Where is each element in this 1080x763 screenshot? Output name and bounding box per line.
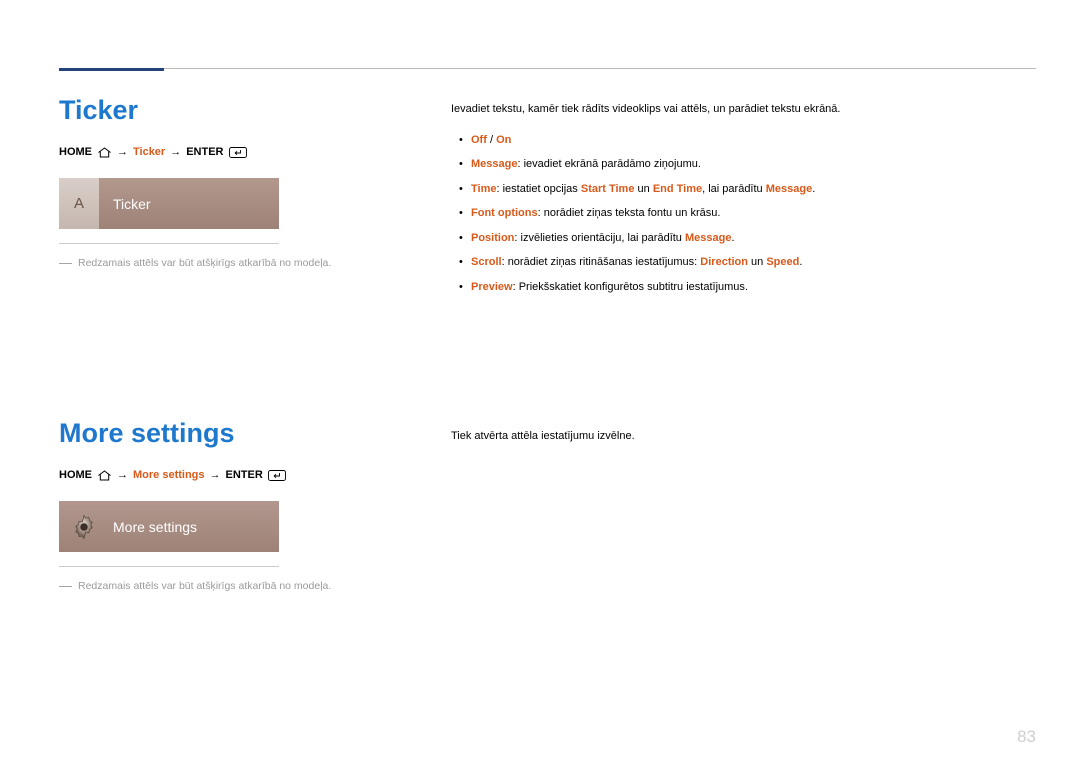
text: : Priekšskatiet konfigurētos subtitru ie…	[513, 281, 748, 293]
tile-more-settings-label: More settings	[99, 519, 197, 535]
breadcrumb-arrow: →	[210, 469, 221, 481]
home-icon	[97, 146, 112, 158]
enter-icon	[268, 469, 286, 481]
label-message: Message	[685, 232, 731, 244]
home-icon	[97, 469, 112, 481]
breadcrumb-home: HOME	[59, 146, 92, 158]
slash: /	[487, 134, 496, 146]
breadcrumb-enter: ENTER	[186, 146, 223, 158]
text: .	[731, 232, 734, 244]
enter-icon	[229, 146, 247, 158]
text: : ievadiet ekrānā parādāmo ziņojumu.	[517, 158, 700, 170]
text: un	[634, 183, 652, 195]
tile-ticker-badge: A	[59, 178, 99, 229]
tile-more-settings: More settings	[59, 501, 279, 552]
text: : iestatiet opcijas	[496, 183, 580, 195]
tile-ticker-label: Ticker	[99, 196, 151, 212]
label-off: Off	[471, 134, 487, 146]
label-font-options: Font options	[471, 207, 538, 219]
right-column-ticker: Ievadiet tekstu, kamēr tiek rādīts video…	[451, 101, 1026, 303]
breadcrumb-more-settings-label: More settings	[133, 469, 205, 481]
bullet-font-options: Font options: norādiet ziņas teksta font…	[451, 205, 1026, 222]
gear-icon	[69, 512, 99, 542]
page-number: 83	[1017, 727, 1036, 747]
bullet-message: Message: ievadiet ekrānā parādāmo ziņoju…	[451, 156, 1026, 173]
label-message: Message	[766, 183, 812, 195]
label-on: On	[496, 134, 511, 146]
bullet-preview: Preview: Priekšskatiet konfigurētos subt…	[451, 279, 1026, 296]
label-message: Message	[471, 158, 517, 170]
label-speed: Speed	[766, 256, 799, 268]
breadcrumb-enter: ENTER	[226, 469, 263, 481]
note-more-settings: ― Redzamais attēls var būt atšķirīgs atk…	[59, 579, 359, 594]
breadcrumb-arrow: →	[117, 146, 128, 158]
label-preview: Preview	[471, 281, 513, 293]
breadcrumb-arrow: →	[170, 146, 181, 158]
bullet-position: Position: izvēlieties orientāciju, lai p…	[451, 230, 1026, 247]
bullet-scroll: Scroll: norādiet ziņas ritināšanas iesta…	[451, 254, 1026, 271]
label-end-time: End Time	[653, 183, 702, 195]
text: un	[748, 256, 766, 268]
note-ticker: ― Redzamais attēls var būt atšķirīgs atk…	[59, 256, 359, 271]
bullet-time: Time: iestatiet opcijas Start Time un En…	[451, 181, 1026, 198]
breadcrumb-ticker: HOME → Ticker → ENTER	[59, 146, 379, 158]
text: , lai parādītu	[702, 183, 766, 195]
note-text: Redzamais attēls var būt atšķirīgs atkar…	[78, 579, 331, 594]
text: .	[799, 256, 802, 268]
left-column-more-settings: More settings HOME → More settings → ENT…	[59, 418, 379, 594]
text: : izvēlieties orientāciju, lai parādītu	[514, 232, 685, 244]
note-dash: ―	[59, 579, 72, 592]
ticker-intro: Ievadiet tekstu, kamēr tiek rādīts video…	[451, 101, 1026, 118]
text: : norādiet ziņas teksta fontu un krāsu.	[538, 207, 721, 219]
text: : norādiet ziņas ritināšanas iestatījumu…	[502, 256, 701, 268]
breadcrumb-home: HOME	[59, 469, 92, 481]
accent-bar	[59, 68, 164, 71]
bullet-off-on: Off / On	[451, 132, 1026, 149]
note-dash: ―	[59, 256, 72, 269]
heading-ticker: Ticker	[59, 95, 379, 126]
note-text: Redzamais attēls var būt atšķirīgs atkar…	[78, 256, 331, 271]
divider	[59, 566, 279, 567]
label-direction: Direction	[700, 256, 748, 268]
page-top-border	[59, 68, 1036, 69]
label-position: Position	[471, 232, 514, 244]
left-column-ticker: Ticker HOME → Ticker → ENTER A Ticker ― …	[59, 95, 379, 271]
breadcrumb-arrow: →	[117, 469, 128, 481]
text: .	[812, 183, 815, 195]
label-start-time: Start Time	[581, 183, 635, 195]
tile-ticker: A Ticker	[59, 178, 279, 229]
breadcrumb-ticker-label: Ticker	[133, 146, 165, 158]
more-settings-intro: Tiek atvērta attēla iestatījumu izvēlne.	[451, 428, 1026, 445]
label-time: Time	[471, 183, 496, 195]
right-column-more-settings: Tiek atvērta attēla iestatījumu izvēlne.	[451, 428, 1026, 459]
breadcrumb-more-settings: HOME → More settings → ENTER	[59, 469, 379, 481]
label-scroll: Scroll	[471, 256, 502, 268]
ticker-bullets: Off / On Message: ievadiet ekrānā parādā…	[451, 132, 1026, 296]
heading-more-settings: More settings	[59, 418, 379, 449]
divider	[59, 243, 279, 244]
